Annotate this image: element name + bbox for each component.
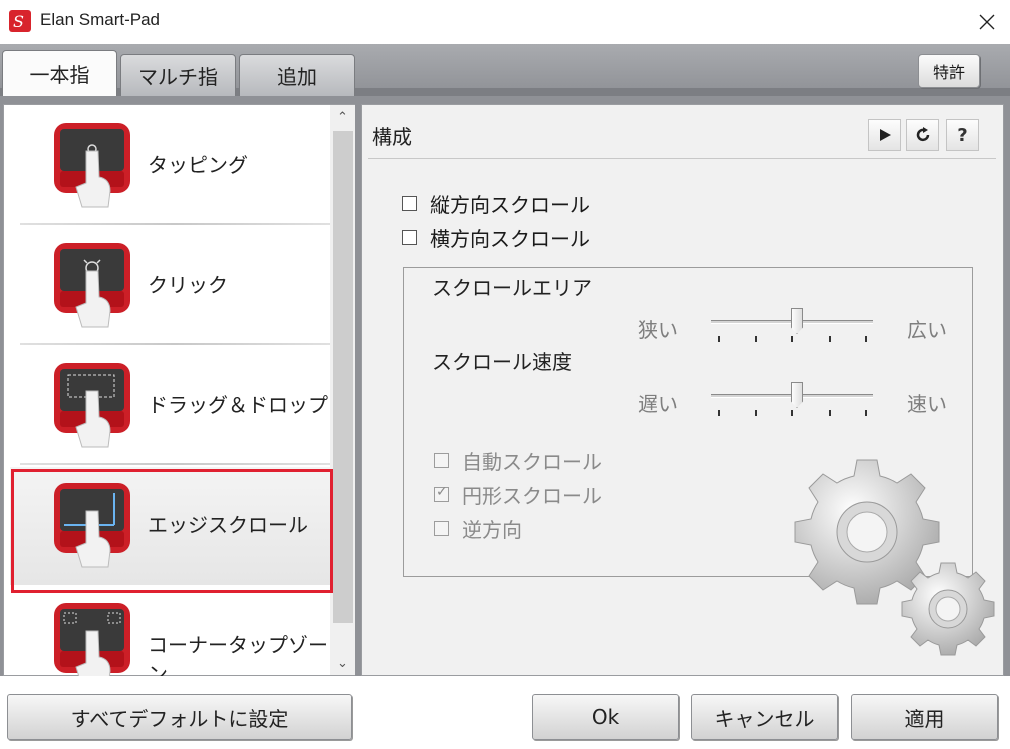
config-title: 構成 xyxy=(372,125,412,149)
reset-button[interactable] xyxy=(906,119,939,151)
elan-logo-icon: S xyxy=(9,10,31,32)
reset-defaults-button[interactable]: すべてデフォルトに設定 xyxy=(7,694,352,740)
list-item-click[interactable]: クリック xyxy=(10,227,330,345)
vertical-scroll-checkbox[interactable] xyxy=(402,196,417,211)
checkmark-icon: ✓ xyxy=(436,484,448,500)
list-item-label: コーナータップゾーン xyxy=(148,633,328,677)
scroll-up-icon[interactable]: ⌃ xyxy=(330,105,355,129)
auto-scroll-option[interactable]: 自動スクロール xyxy=(434,446,602,475)
list-item-label: タッピング xyxy=(148,153,248,177)
scroll-area-label: スクロールエリア xyxy=(432,276,592,300)
scroll-down-icon[interactable]: ⌄ xyxy=(330,651,355,675)
scroll-speed-label: スクロール速度 xyxy=(432,350,572,374)
scroll-area-min-label: 狭い xyxy=(638,318,678,342)
reverse-option[interactable]: 逆方向 xyxy=(434,514,522,543)
small-gear-icon xyxy=(901,562,995,656)
corner-tap-gesture-icon xyxy=(54,603,130,677)
help-button[interactable]: ? xyxy=(946,119,979,151)
reverse-label: 逆方向 xyxy=(462,518,522,542)
list-item-drag-drop[interactable]: ドラッグ＆ドロップ xyxy=(10,347,330,465)
tab-multi-finger[interactable]: マルチ指 xyxy=(120,54,236,96)
scroll-speed-slider[interactable] xyxy=(711,380,873,420)
scroll-speed-min-label: 遅い xyxy=(638,392,678,416)
content-frame: タッピング クリック ドラッグ＆ドロップ エッジスクロール コーナータップゾーン… xyxy=(0,96,1010,677)
ok-button[interactable]: Ok xyxy=(532,694,679,740)
bottom-bar: すべてデフォルトに設定 Ok キャンセル 適用 xyxy=(0,676,1010,749)
divider xyxy=(368,158,996,159)
horizontal-scroll-checkbox[interactable] xyxy=(402,230,417,245)
selection-highlight xyxy=(11,469,333,593)
tab-strip: 一本指 マルチ指 追加 特許 xyxy=(0,44,1010,96)
reverse-checkbox[interactable] xyxy=(434,521,449,536)
scroll-area-max-label: 広い xyxy=(907,318,947,342)
cancel-button[interactable]: キャンセル xyxy=(691,694,838,740)
play-icon xyxy=(879,129,891,141)
circular-scroll-label: 円形スクロール xyxy=(462,484,602,508)
patent-button[interactable]: 特許 xyxy=(918,54,980,88)
horizontal-scroll-option[interactable]: 横方向スクロール xyxy=(402,223,590,252)
tab-additional[interactable]: 追加 xyxy=(239,54,355,96)
scroll-speed-max-label: 速い xyxy=(907,392,947,416)
scroll-area-slider[interactable] xyxy=(711,306,873,346)
list-scrollbar[interactable]: ⌃ ⌄ xyxy=(330,105,355,675)
title-bar: S Elan Smart-Pad xyxy=(0,0,1010,44)
close-icon xyxy=(979,14,995,30)
scroll-speed-slider-thumb[interactable] xyxy=(791,382,803,408)
play-button[interactable] xyxy=(868,119,901,151)
vertical-scroll-option[interactable]: 縦方向スクロール xyxy=(402,189,590,218)
auto-scroll-label: 自動スクロール xyxy=(462,450,602,474)
list-item-label: クリック xyxy=(148,273,228,297)
drag-drop-gesture-icon xyxy=(54,363,130,448)
gesture-list-panel: タッピング クリック ドラッグ＆ドロップ エッジスクロール コーナータップゾーン… xyxy=(3,104,355,677)
list-item-tapping[interactable]: タッピング xyxy=(10,107,330,225)
circular-scroll-checkbox[interactable]: ✓ xyxy=(434,484,449,502)
close-button[interactable] xyxy=(964,0,1010,44)
click-gesture-icon xyxy=(54,243,130,328)
list-item-label: ドラッグ＆ドロップ xyxy=(148,393,328,417)
auto-scroll-checkbox[interactable] xyxy=(434,453,449,468)
svg-text:S: S xyxy=(13,12,24,31)
horizontal-scroll-label: 横方向スクロール xyxy=(430,227,590,251)
refresh-icon xyxy=(916,127,929,142)
config-panel: 構成 ? 縦方向スクロール 横方向スクロール スクロールエリア 狭い 広い スク… xyxy=(361,104,1004,676)
apply-button[interactable]: 適用 xyxy=(851,694,998,740)
tab-one-finger[interactable]: 一本指 xyxy=(2,50,117,96)
vertical-scroll-label: 縦方向スクロール xyxy=(430,193,590,217)
scroll-area-slider-thumb[interactable] xyxy=(791,308,803,334)
list-item-corner-tap[interactable]: コーナータップゾーン xyxy=(10,587,330,677)
scroll-thumb[interactable] xyxy=(333,131,353,623)
tap-gesture-icon xyxy=(54,123,130,208)
window-title: Elan Smart-Pad xyxy=(40,10,160,29)
circular-scroll-option[interactable]: ✓ 円形スクロール xyxy=(434,480,602,509)
